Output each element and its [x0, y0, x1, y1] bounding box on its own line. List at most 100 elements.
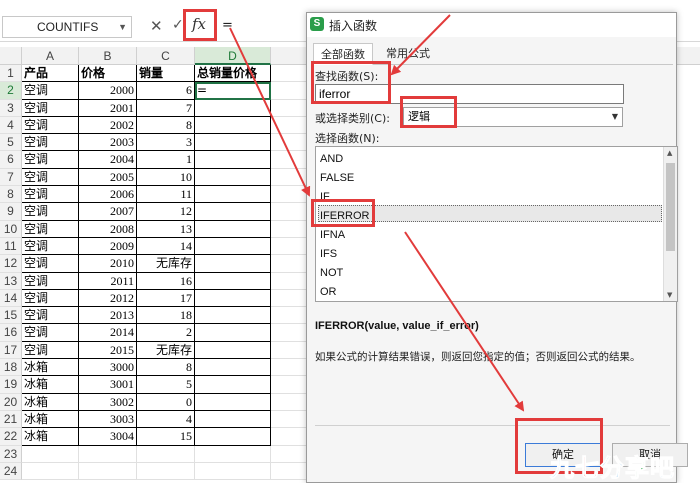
row-header[interactable]: 19: [0, 376, 22, 394]
cell-b22[interactable]: 3004: [79, 428, 137, 446]
cell-c12[interactable]: 无库存: [137, 255, 195, 273]
scroll-up-icon[interactable]: ▲: [667, 149, 672, 157]
chevron-down-icon[interactable]: ▼: [612, 108, 618, 126]
cell-d15[interactable]: [195, 307, 271, 325]
cell-c8[interactable]: 11: [137, 186, 195, 204]
cell-a8[interactable]: 空调: [22, 186, 79, 204]
cell-d23[interactable]: [195, 445, 271, 463]
row-header[interactable]: 5: [0, 134, 22, 152]
function-item-false[interactable]: FALSE: [320, 172, 354, 184]
scroll-thumb[interactable]: [666, 163, 675, 251]
cell-b19[interactable]: 3001: [79, 376, 137, 394]
cell-d13[interactable]: [195, 272, 271, 290]
scroll-down-icon[interactable]: ▼: [667, 291, 672, 299]
row-header[interactable]: 6: [0, 151, 22, 169]
cell-c18[interactable]: 8: [137, 359, 195, 377]
row-header[interactable]: 21: [0, 410, 22, 429]
row-header[interactable]: 22: [0, 428, 22, 446]
cell-b6[interactable]: 2004: [79, 151, 137, 169]
row-header[interactable]: 1: [0, 65, 22, 83]
row-header[interactable]: 13: [0, 272, 22, 290]
cell-c24[interactable]: [137, 462, 195, 481]
row-header[interactable]: 9: [0, 203, 22, 221]
row-header[interactable]: 24: [0, 462, 22, 481]
cell-b10[interactable]: 2008: [79, 220, 137, 238]
cell-a2[interactable]: 空调: [22, 82, 79, 100]
cell-b21[interactable]: 3003: [79, 410, 137, 429]
cell-c14[interactable]: 17: [137, 289, 195, 308]
cell-a11[interactable]: 空调: [22, 237, 79, 256]
cell-a22[interactable]: 冰箱: [22, 428, 79, 446]
row-header[interactable]: 14: [0, 289, 22, 308]
row-header[interactable]: 7: [0, 168, 22, 187]
cell-a20[interactable]: 冰箱: [22, 393, 79, 411]
cell-b16[interactable]: 2014: [79, 324, 137, 342]
row-header[interactable]: 4: [0, 116, 22, 135]
cell-b8[interactable]: 2006: [79, 186, 137, 204]
cell-b13[interactable]: 2011: [79, 272, 137, 290]
cell-d11[interactable]: [195, 237, 271, 256]
cell-d16[interactable]: [195, 324, 271, 342]
cell-a12[interactable]: 空调: [22, 255, 79, 273]
cell-c7[interactable]: 10: [137, 168, 195, 187]
cell-c1[interactable]: 销量: [137, 65, 195, 83]
cell-a18[interactable]: 冰箱: [22, 359, 79, 377]
cell-d6[interactable]: [195, 151, 271, 169]
cell-a10[interactable]: 空调: [22, 220, 79, 238]
column-header-b[interactable]: B: [79, 47, 137, 65]
confirm-formula-icon[interactable]: ✓: [172, 17, 184, 33]
cell-a24[interactable]: [22, 462, 79, 481]
row-header[interactable]: 11: [0, 237, 22, 256]
cell-d22[interactable]: [195, 428, 271, 446]
row-header[interactable]: 23: [0, 445, 22, 463]
cell-c13[interactable]: 16: [137, 272, 195, 290]
cell-c9[interactable]: 12: [137, 203, 195, 221]
cell-c21[interactable]: 4: [137, 410, 195, 429]
function-item-ifs[interactable]: IFS: [320, 248, 337, 260]
cell-a17[interactable]: 空调: [22, 341, 79, 360]
row-header[interactable]: 2: [0, 82, 22, 100]
row-header[interactable]: 10: [0, 220, 22, 238]
cell-b11[interactable]: 2009: [79, 237, 137, 256]
row-header[interactable]: 18: [0, 359, 22, 377]
function-item-and[interactable]: AND: [320, 153, 343, 165]
select-all-corner[interactable]: [0, 47, 22, 65]
cell-b5[interactable]: 2003: [79, 134, 137, 152]
row-header[interactable]: 20: [0, 393, 22, 411]
cell-b15[interactable]: 2013: [79, 307, 137, 325]
function-item-not[interactable]: NOT: [320, 267, 343, 279]
cell-d3[interactable]: [195, 99, 271, 117]
cell-b23[interactable]: [79, 445, 137, 463]
cell-b24[interactable]: [79, 462, 137, 481]
cell-a1[interactable]: 产品: [22, 65, 79, 83]
cell-b12[interactable]: 2010: [79, 255, 137, 273]
cell-d8[interactable]: [195, 186, 271, 204]
cell-a7[interactable]: 空调: [22, 168, 79, 187]
formula-input[interactable]: =: [222, 18, 233, 33]
cell-b7[interactable]: 2005: [79, 168, 137, 187]
cell-c22[interactable]: 15: [137, 428, 195, 446]
cell-a14[interactable]: 空调: [22, 289, 79, 308]
cell-c19[interactable]: 5: [137, 376, 195, 394]
cell-a5[interactable]: 空调: [22, 134, 79, 152]
row-header[interactable]: 8: [0, 186, 22, 204]
cell-a19[interactable]: 冰箱: [22, 376, 79, 394]
cell-c4[interactable]: 8: [137, 116, 195, 135]
cell-b3[interactable]: 2001: [79, 99, 137, 117]
cell-d2[interactable]: =: [195, 82, 271, 100]
cell-c2[interactable]: 6: [137, 82, 195, 100]
cell-b14[interactable]: 2012: [79, 289, 137, 308]
cell-c15[interactable]: 18: [137, 307, 195, 325]
chevron-down-icon[interactable]: ▼: [118, 17, 127, 37]
cell-b20[interactable]: 3002: [79, 393, 137, 411]
cell-c20[interactable]: 0: [137, 393, 195, 411]
cell-d20[interactable]: [195, 393, 271, 411]
function-item-or[interactable]: OR: [320, 286, 337, 298]
cell-a21[interactable]: 冰箱: [22, 410, 79, 429]
cell-b2[interactable]: 2000: [79, 82, 137, 100]
function-item-ifna[interactable]: IFNA: [320, 229, 345, 241]
name-box[interactable]: COUNTIFS ▼: [2, 16, 132, 38]
cell-d17[interactable]: [195, 341, 271, 360]
dialog-title-bar[interactable]: S 插入函数: [307, 13, 676, 37]
column-header-c[interactable]: C: [137, 47, 195, 65]
